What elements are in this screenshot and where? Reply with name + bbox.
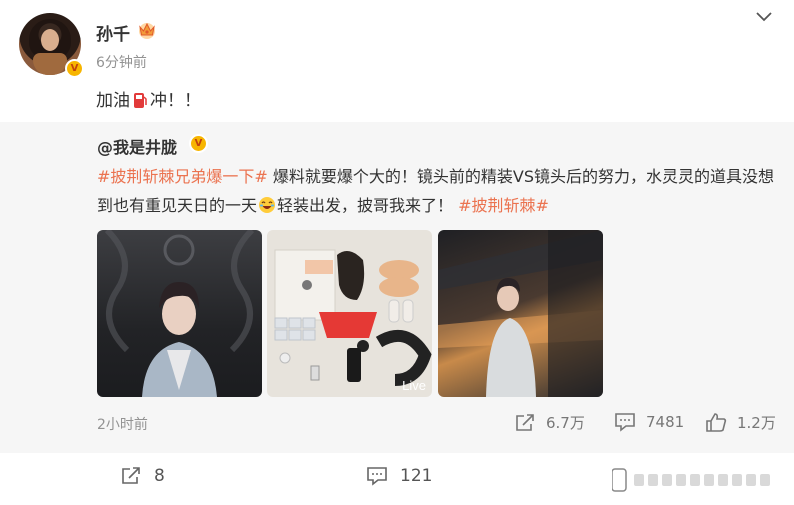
avatar[interactable]: V (19, 13, 84, 78)
photo-illustration (274, 249, 432, 386)
verified-badge-icon: V (65, 59, 84, 78)
chevron-down-icon[interactable] (755, 10, 773, 24)
comment-count: 7481 (646, 413, 685, 431)
topic-link[interactable]: #披荆斩棘# (458, 196, 549, 215)
comment-icon (615, 413, 635, 432)
photo-illustration (438, 230, 603, 397)
post-time[interactable]: 6分钟前 (96, 52, 147, 72)
repost-count: 6.7万 (546, 414, 585, 432)
comment-button[interactable]: 121 (366, 466, 432, 486)
post-text-before: 加油 (96, 91, 130, 111)
post-text-after: 冲！！ (150, 91, 201, 111)
topic-link[interactable]: #披荆斩棘兄弟爆一下# (97, 167, 268, 186)
original-text: #披荆斩棘兄弟爆一下# 爆料就要爆个大的！镜头前的精装VS镜头后的努力，水灵灵的… (97, 162, 777, 220)
like-avatars-strip[interactable] (612, 467, 784, 493)
repost-icon (122, 467, 140, 484)
original-like-count[interactable]: 1.2万 (705, 412, 776, 433)
live-label: Live (402, 378, 426, 393)
like-count: 1.2万 (737, 414, 776, 432)
crown-icon (139, 22, 155, 39)
post-text: 加油 冲！！ (96, 86, 201, 111)
avatar-face (41, 29, 59, 51)
weibo-post-card: V 孙千 6分钟前 加油 冲！！ @我是井胧 V #披荆斩棘兄弟爆一下# 爆料就… (0, 0, 794, 505)
laugh-icon (259, 197, 276, 213)
original-body-2: 轻装出发，披哥我来了！ (277, 196, 454, 215)
fuel-icon (134, 93, 147, 108)
comment-icon (367, 467, 387, 486)
original-repost-count[interactable]: 6.7万 (514, 412, 585, 433)
footer-comment-count: 121 (400, 466, 433, 486)
repost-button[interactable]: 8 (120, 466, 165, 486)
original-author[interactable]: @我是井胧 (97, 134, 177, 158)
avatar-body (33, 53, 67, 75)
original-comment-count[interactable]: 7481 (614, 412, 684, 432)
username[interactable]: 孙千 (96, 20, 130, 45)
photo-thumbnail[interactable] (97, 230, 262, 397)
photo-illustration (104, 230, 255, 397)
photo-thumbnail[interactable] (438, 230, 603, 397)
reposted-content[interactable]: @我是井胧 V #披荆斩棘兄弟爆一下# 爆料就要爆个大的！镜头前的精装VS镜头后… (0, 122, 794, 453)
verified-badge-icon: V (189, 134, 208, 153)
original-time[interactable]: 2小时前 (97, 414, 148, 434)
footer-repost-count: 8 (154, 466, 165, 486)
repost-icon (516, 413, 534, 431)
photo-thumbnail[interactable]: Live (267, 230, 432, 397)
like-icon (706, 412, 727, 432)
